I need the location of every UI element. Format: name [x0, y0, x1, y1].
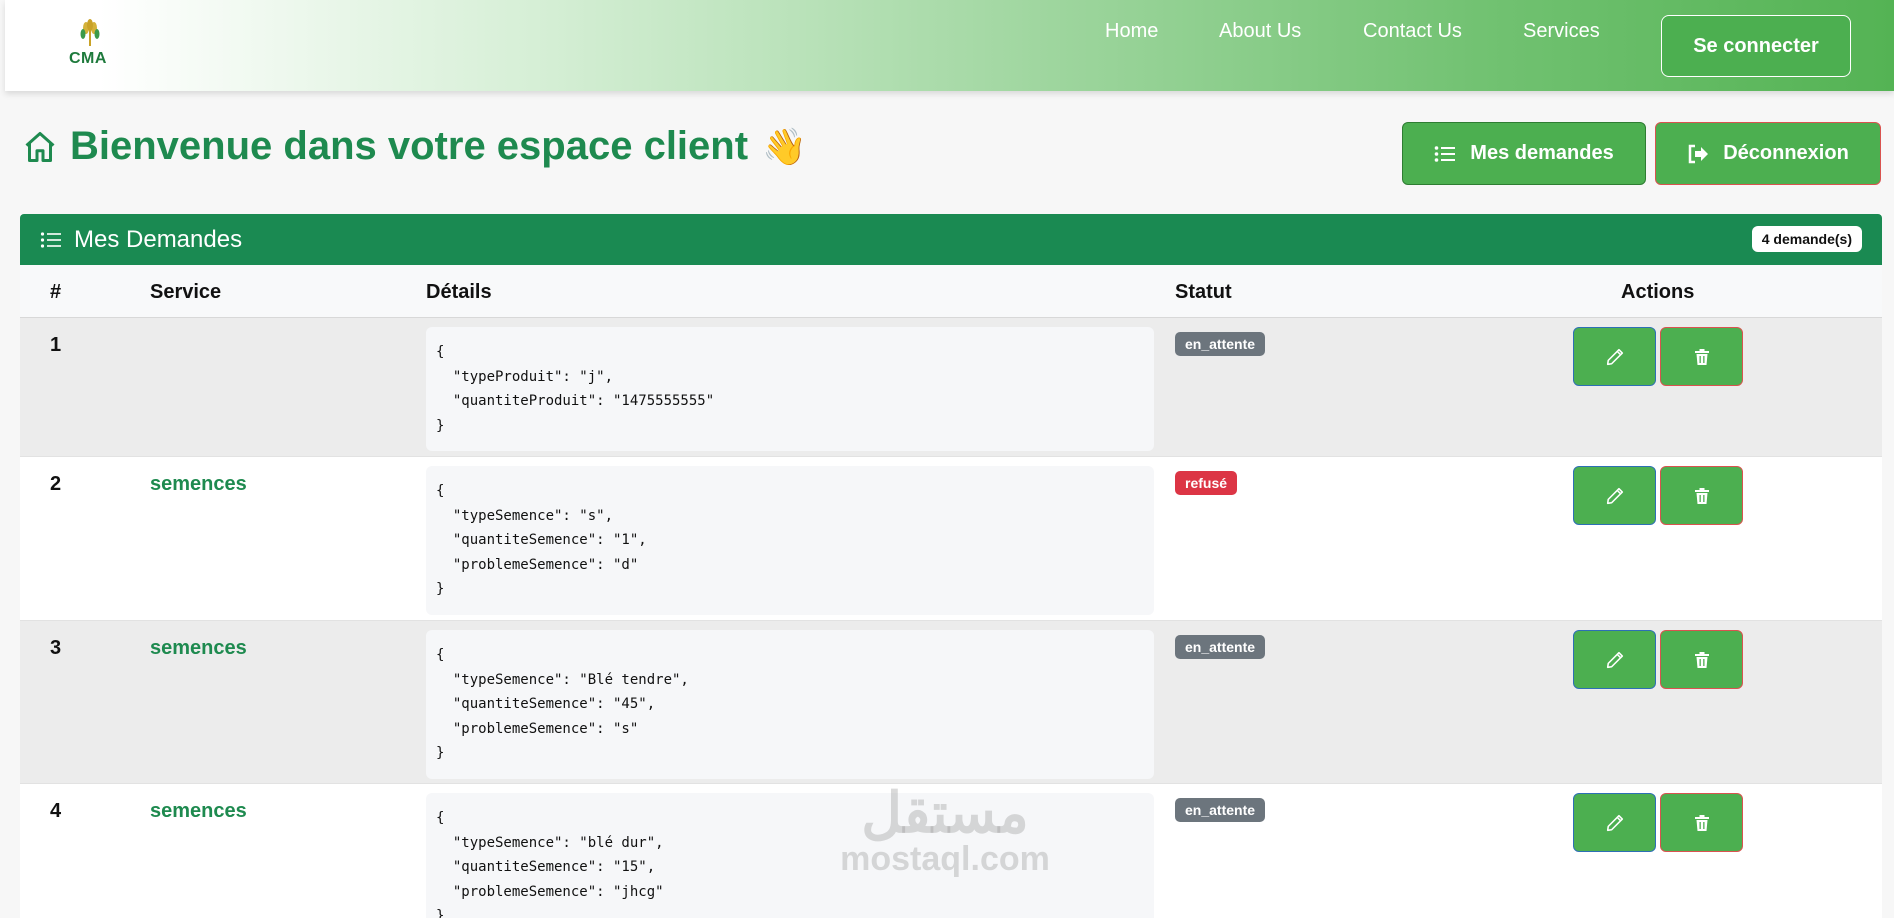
- delete-button[interactable]: [1660, 630, 1743, 689]
- edit-button[interactable]: [1573, 466, 1656, 525]
- column-header-actions: Actions: [1621, 281, 1695, 303]
- nav-home[interactable]: Home: [1105, 20, 1158, 43]
- nav-services[interactable]: Services: [1523, 20, 1600, 43]
- waving-hand-icon: 👋: [762, 125, 807, 167]
- trash-icon: [1694, 487, 1709, 504]
- top-navbar: CMA Home About Us Contact Us Services Se…: [5, 0, 1894, 91]
- watermark: مستقل mostaql.com: [830, 781, 1060, 878]
- deconnexion-label: Déconnexion: [1723, 142, 1849, 164]
- column-header-statut: Statut: [1175, 281, 1232, 303]
- trash-icon: [1694, 348, 1709, 365]
- edit-button[interactable]: [1573, 630, 1656, 689]
- edit-button[interactable]: [1573, 793, 1656, 852]
- list-icon: [40, 231, 61, 248]
- table-row: 1 { "typeProduit": "j", "quantiteProduit…: [20, 318, 1882, 457]
- card-title: Mes Demandes: [74, 225, 243, 253]
- deconnexion-button[interactable]: Déconnexion: [1655, 122, 1881, 185]
- table-row: 2 semences { "typeSemence": "s", "quanti…: [20, 457, 1882, 621]
- list-icon: [1434, 145, 1456, 162]
- pencil-icon: [1606, 651, 1623, 668]
- row-details: { "typeSemence": "Blé tendre", "quantite…: [426, 630, 1154, 779]
- row-number: 2: [50, 473, 62, 495]
- table-header: # Service Détails Statut Actions: [20, 265, 1882, 318]
- pencil-icon: [1606, 348, 1623, 365]
- row-details: { "typeProduit": "j", "quantiteProduit":…: [426, 327, 1154, 451]
- pencil-icon: [1606, 487, 1623, 504]
- cma-logo[interactable]: CMA: [61, 18, 121, 68]
- column-header-number: #: [50, 281, 62, 303]
- delete-button[interactable]: [1660, 466, 1743, 525]
- mes-demandes-button[interactable]: Mes demandes: [1402, 122, 1646, 185]
- delete-button[interactable]: [1660, 793, 1743, 852]
- row-service: semences: [150, 473, 247, 495]
- status-badge: en_attente: [1175, 332, 1266, 356]
- card-header: Mes Demandes 4 demande(s): [20, 214, 1882, 265]
- pencil-icon: [1606, 814, 1623, 831]
- status-badge: en_attente: [1175, 635, 1266, 659]
- nav-about-us[interactable]: About Us: [1219, 20, 1301, 43]
- logo-text: CMA: [69, 50, 107, 67]
- watermark-arabic: مستقل: [861, 781, 1029, 844]
- trash-icon: [1694, 814, 1709, 831]
- wheat-logo-icon: [80, 19, 100, 46]
- edit-button[interactable]: [1573, 327, 1656, 386]
- row-details: { "typeSemence": "s", "quantiteSemence":…: [426, 466, 1154, 615]
- logout-icon: [1688, 144, 1709, 163]
- column-header-details: Détails: [426, 281, 492, 303]
- mes-demandes-label: Mes demandes: [1470, 142, 1614, 164]
- page-title: Bienvenue dans votre espace client: [70, 124, 749, 168]
- row-number: 4: [50, 800, 62, 822]
- nav-contact-us[interactable]: Contact Us: [1363, 20, 1462, 43]
- table-row: 3 semences { "typeSemence": "Blé tendre"…: [20, 621, 1882, 784]
- status-badge: refusé: [1175, 471, 1238, 495]
- watermark-latin: mostaql.com: [840, 840, 1050, 878]
- count-badge: 4 demande(s): [1751, 226, 1862, 252]
- delete-button[interactable]: [1660, 327, 1743, 386]
- row-number: 1: [50, 334, 62, 356]
- status-badge: en_attente: [1175, 798, 1266, 822]
- row-service: semences: [150, 637, 247, 659]
- welcome-header: Bienvenue dans votre espace client 👋: [22, 124, 807, 169]
- trash-icon: [1694, 651, 1709, 668]
- row-number: 3: [50, 637, 62, 659]
- row-service: semences: [150, 800, 247, 822]
- column-header-service: Service: [150, 281, 222, 303]
- home-icon: [25, 131, 55, 162]
- se-connecter-button[interactable]: Se connecter: [1661, 15, 1851, 77]
